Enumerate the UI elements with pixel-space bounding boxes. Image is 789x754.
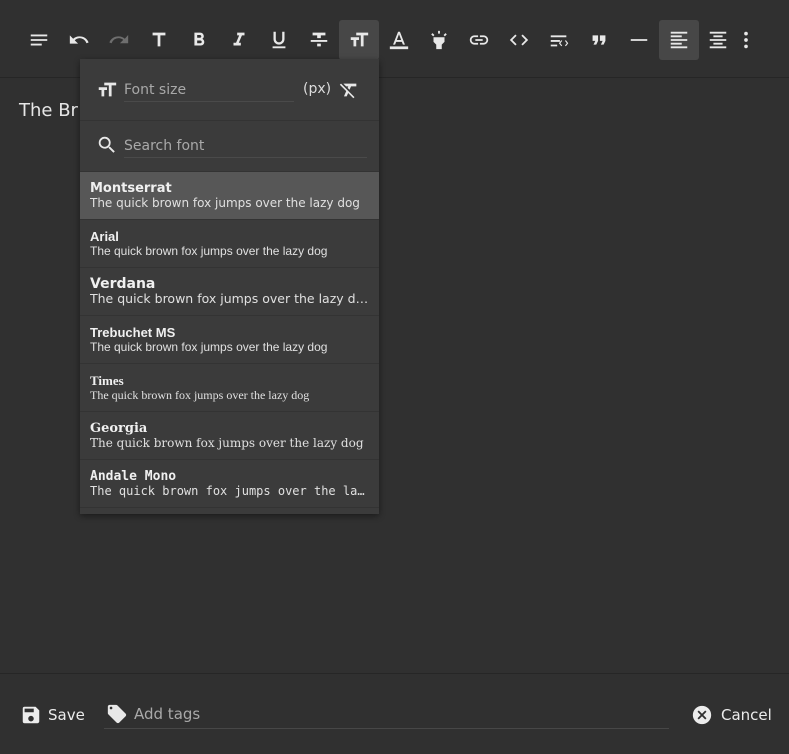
code-icon xyxy=(509,34,529,46)
text-color-button[interactable] xyxy=(379,20,419,60)
document-text[interactable]: The Br xyxy=(19,100,78,121)
link-button[interactable] xyxy=(459,20,499,60)
undo-button[interactable] xyxy=(59,20,99,60)
font-item-times[interactable]: Times The quick brown fox jumps over the… xyxy=(80,364,379,412)
code-block-button[interactable] xyxy=(539,20,579,60)
link-icon xyxy=(469,35,489,45)
font-item-name: Andale Mono xyxy=(90,469,177,484)
clear-format-icon[interactable] xyxy=(338,79,360,101)
align-center-icon xyxy=(709,31,727,49)
font-item-sample: The quick brown fox jumps over the lazy … xyxy=(90,244,328,258)
strikethrough-icon xyxy=(310,32,328,47)
tags-input[interactable] xyxy=(134,705,654,723)
align-left-icon xyxy=(670,31,688,49)
more-icon xyxy=(744,31,748,49)
redo-icon xyxy=(109,34,129,44)
font-item-sample: The quick brown fox jumps over the lazy … xyxy=(90,196,360,210)
save-button[interactable]: Save xyxy=(20,704,85,726)
paragraph-format-icon xyxy=(30,34,48,46)
bold-button[interactable] xyxy=(179,20,219,60)
font-search-row xyxy=(80,121,379,172)
undo-icon xyxy=(69,35,89,44)
underline-icon xyxy=(272,31,286,49)
italic-icon xyxy=(233,32,245,46)
font-list: Montserrat The quick brown fox jumps ove… xyxy=(80,172,379,508)
text-format-button[interactable] xyxy=(139,20,179,60)
quote-icon xyxy=(592,35,606,45)
save-icon xyxy=(22,706,40,724)
quote-button[interactable] xyxy=(579,20,619,60)
highlight-button[interactable] xyxy=(419,20,459,60)
code-block-icon xyxy=(550,35,569,47)
font-item-name: Trebuchet MS xyxy=(90,325,176,340)
font-item-georgia[interactable]: Georgia The quick brown fox jumps over t… xyxy=(80,412,379,460)
highlight-icon xyxy=(431,30,447,50)
strikethrough-button[interactable] xyxy=(299,20,339,60)
font-size-icon xyxy=(350,32,369,47)
font-size-button[interactable] xyxy=(339,20,379,60)
font-item-trebuchet-ms[interactable]: Trebuchet MS The quick brown fox jumps o… xyxy=(80,316,379,364)
redo-button[interactable] xyxy=(99,20,139,60)
font-size-row: (px) xyxy=(80,59,379,121)
font-item-sample: The quick brown fox jumps over the lazy … xyxy=(90,484,369,498)
font-size-input[interactable] xyxy=(124,79,294,102)
horizontal-rule-button[interactable] xyxy=(619,20,659,60)
font-dropdown: (px) Montserrat The quick brown fox jump… xyxy=(80,59,379,514)
underline-button[interactable] xyxy=(259,20,299,60)
text-format-icon xyxy=(152,32,166,47)
font-size-icon xyxy=(96,79,118,101)
more-button[interactable] xyxy=(727,20,765,60)
horizontal-rule-icon xyxy=(630,39,648,41)
tag-icon xyxy=(107,704,127,724)
font-item-name: Georgia xyxy=(90,421,148,436)
code-button[interactable] xyxy=(499,20,539,60)
font-item-arial[interactable]: Arial The quick brown fox jumps over the… xyxy=(80,220,379,268)
bold-icon xyxy=(194,32,205,46)
search-icon xyxy=(96,134,118,156)
font-item-sample: The quick brown fox jumps over the lazy … xyxy=(90,388,310,402)
font-item-montserrat[interactable]: Montserrat The quick brown fox jumps ove… xyxy=(80,172,379,220)
text-color-icon xyxy=(389,31,409,50)
save-label: Save xyxy=(48,706,85,724)
font-item-name: Verdana xyxy=(90,276,156,292)
font-item-verdana[interactable]: Verdana The quick brown fox jumps over t… xyxy=(80,268,379,316)
font-item-sample: The quick brown fox jumps over the lazy … xyxy=(90,340,328,354)
italic-button[interactable] xyxy=(219,20,259,60)
font-size-unit: (px) xyxy=(303,81,332,97)
font-item-sample: The quick brown fox jumps over the lazy … xyxy=(90,436,364,450)
paragraph-format-button[interactable] xyxy=(19,20,59,60)
cancel-icon xyxy=(692,705,712,725)
align-left-button[interactable] xyxy=(659,20,699,60)
font-item-name: Montserrat xyxy=(90,181,172,196)
font-item-andale-mono[interactable]: Andale Mono The quick brown fox jumps ov… xyxy=(80,460,379,508)
font-item-sample: The quick brown fox jumps over the lazy … xyxy=(90,292,369,306)
font-item-name: Times xyxy=(90,373,124,388)
font-item-name: Arial xyxy=(90,229,119,244)
tags-field[interactable] xyxy=(104,702,669,729)
cancel-label: Cancel xyxy=(721,706,772,724)
editor-footer: Save Cancel xyxy=(0,673,789,754)
font-search-input[interactable] xyxy=(124,135,367,158)
cancel-button[interactable]: Cancel xyxy=(691,704,772,726)
